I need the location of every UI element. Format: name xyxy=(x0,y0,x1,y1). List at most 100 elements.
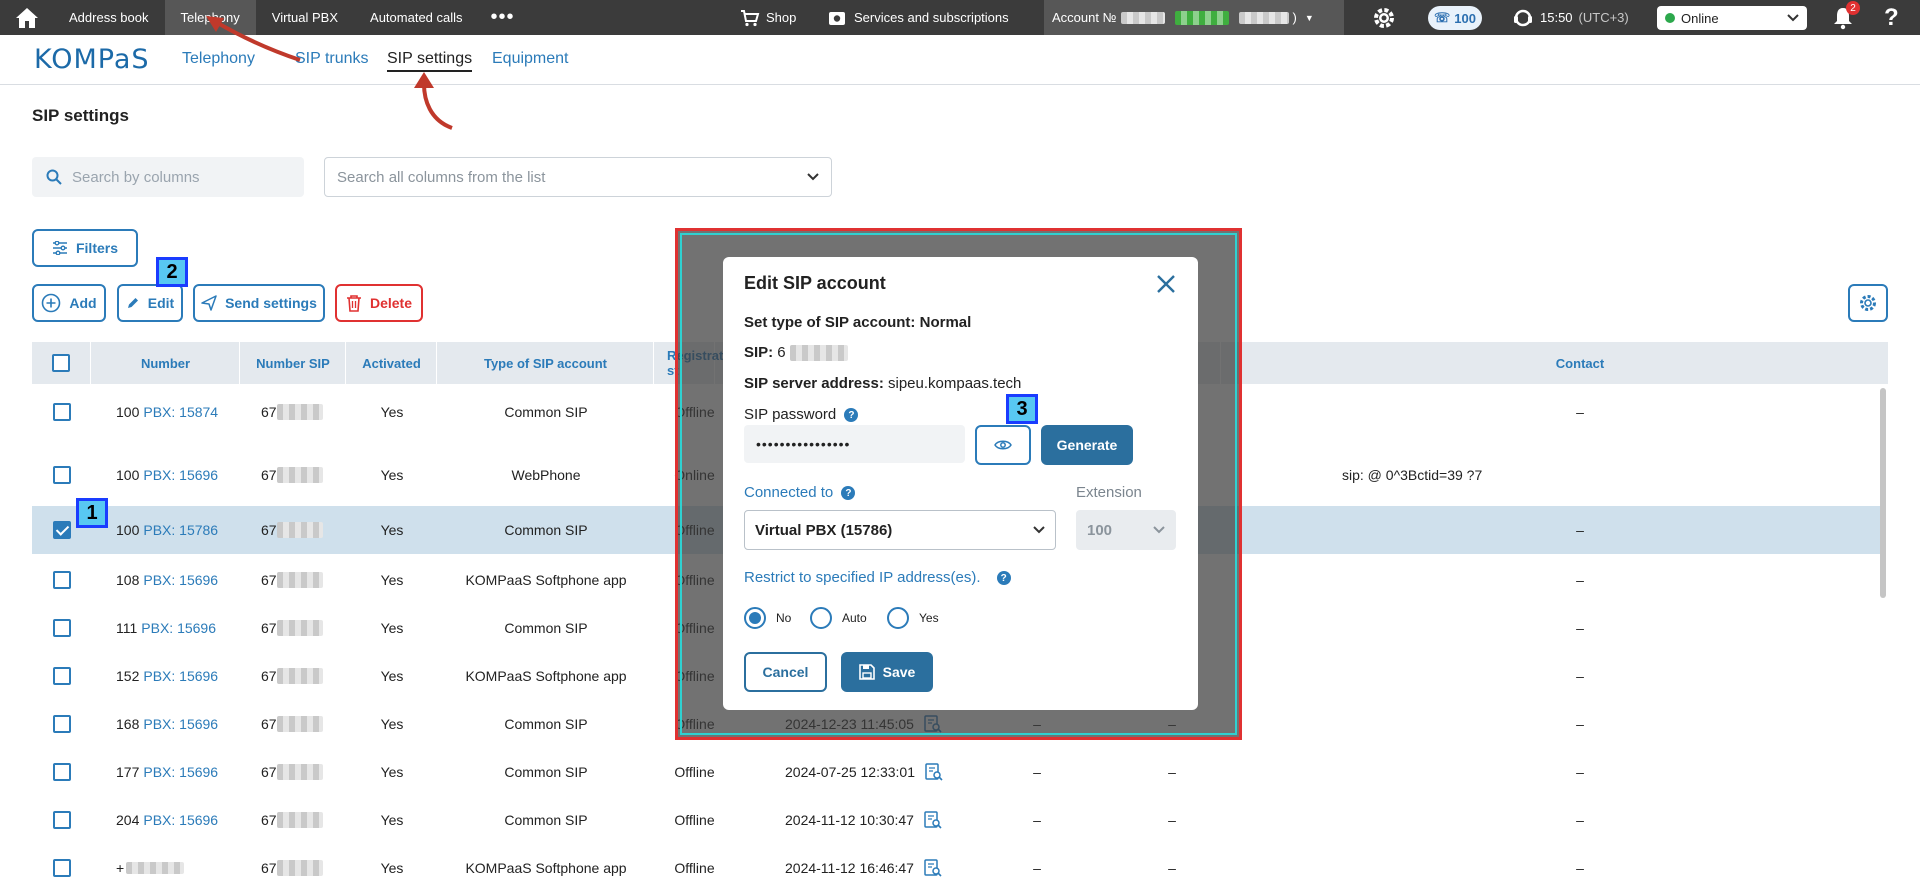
send-settings-button[interactable]: Send settings xyxy=(193,284,325,322)
delete-button[interactable]: Delete xyxy=(335,284,423,322)
nav-telephony[interactable]: Telephony xyxy=(182,50,255,68)
registration-cell: Offline xyxy=(674,764,715,780)
date-value: 2024-07-25 12:33:01 xyxy=(785,764,915,780)
sip-value: 67 xyxy=(261,620,277,636)
connected-to-select[interactable]: Virtual PBX (15786) xyxy=(744,510,1056,550)
sip-redacted xyxy=(276,668,323,684)
col-type[interactable]: Type of SIP account xyxy=(438,342,654,384)
close-icon[interactable] xyxy=(1155,273,1177,295)
type-cell: KOMPaaS Softphone app xyxy=(465,572,627,588)
nav-sip-trunks[interactable]: SIP trunks xyxy=(295,50,369,68)
pbx-link[interactable]: PBX: 15696 xyxy=(143,467,218,483)
pbx-link[interactable]: PBX: 15696 xyxy=(143,812,218,828)
contact-cell: – xyxy=(1576,404,1584,420)
radio-no[interactable]: No xyxy=(744,607,791,629)
bell-icon[interactable]: 2 xyxy=(1832,1,1860,33)
row-checkbox[interactable] xyxy=(52,571,71,589)
show-password-button[interactable] xyxy=(975,425,1031,465)
phone-count: 100 xyxy=(1454,10,1476,26)
account-number-redacted xyxy=(1120,11,1165,24)
send-icon xyxy=(201,295,217,311)
nav-equipment[interactable]: Equipment xyxy=(492,50,569,68)
radio-auto[interactable]: Auto xyxy=(810,607,867,629)
pbx-link[interactable]: PBX: 15786 xyxy=(143,522,218,538)
shop-link[interactable]: Shop xyxy=(740,0,796,35)
sip-type-label: Set type of SIP account: xyxy=(744,314,916,331)
col-number[interactable]: Number xyxy=(92,342,240,384)
pbx-link[interactable]: PBX: 15696 xyxy=(141,620,216,636)
sip-value: 67 xyxy=(261,404,277,420)
menu-automated-calls[interactable]: Automated calls xyxy=(354,0,479,35)
col-number-sip[interactable]: Number SIP xyxy=(241,342,346,384)
pencil-icon xyxy=(127,298,138,308)
table-row[interactable]: 177 PBX: 15696 67 Yes Common SIP Offline 2024-… xyxy=(32,748,1880,796)
sip-redacted xyxy=(276,404,323,420)
more-menu-icon[interactable]: ••• xyxy=(479,0,527,35)
account-selector[interactable]: Account № ) ▼ xyxy=(1044,0,1344,35)
help-icon[interactable]: ? xyxy=(996,571,1011,586)
logo[interactable]: KOMPaS xyxy=(34,44,150,75)
log-search-icon[interactable] xyxy=(924,811,942,829)
help-icon[interactable]: ? xyxy=(844,408,859,423)
select-all-checkbox[interactable] xyxy=(52,354,70,372)
row-checkbox[interactable] xyxy=(52,521,71,539)
extra-cell-2: – xyxy=(1168,860,1176,876)
search-input[interactable]: Search by columns xyxy=(32,157,304,197)
sip-redacted xyxy=(276,572,323,588)
table-row[interactable]: 204 PBX: 15696 67 Yes Common SIP Offline 2024-… xyxy=(32,796,1880,844)
page-title: SIP settings xyxy=(32,106,129,125)
password-field[interactable]: •••••••••••••••• xyxy=(744,425,965,463)
pbx-link[interactable]: PBX: 15696 xyxy=(143,716,218,732)
radio-auto-circle[interactable] xyxy=(810,607,832,629)
nav-sip-settings[interactable]: SIP settings xyxy=(387,50,473,72)
cancel-button[interactable]: Cancel xyxy=(744,652,827,692)
menu-virtual-pbx[interactable]: Virtual PBX xyxy=(256,0,354,35)
row-checkbox-cell xyxy=(32,700,91,748)
account-suffix: ) xyxy=(1292,10,1297,25)
status-select[interactable]: Online xyxy=(1657,6,1807,30)
home-icon[interactable] xyxy=(0,0,53,35)
edit-button[interactable]: Edit xyxy=(117,284,183,322)
save-button[interactable]: Save xyxy=(841,652,933,692)
row-checkbox[interactable] xyxy=(52,715,71,733)
menu-address-book[interactable]: Address book xyxy=(53,0,165,35)
contact-cell: – xyxy=(1576,668,1584,684)
sip-cell: 67 xyxy=(261,388,323,436)
filters-button[interactable]: Filters xyxy=(32,229,138,267)
table-settings-button[interactable] xyxy=(1848,284,1888,322)
date-cell: 2024-11-12 10:30:47 xyxy=(785,796,942,844)
gear-icon[interactable] xyxy=(1372,6,1396,33)
save-label: Save xyxy=(882,664,916,680)
restrict-ip-label: Restrict to specified IP address(es). xyxy=(744,569,981,586)
log-search-icon[interactable] xyxy=(925,763,943,781)
pbx-link[interactable]: PBX: 15874 xyxy=(143,404,218,420)
radio-yes-circle[interactable] xyxy=(887,607,909,629)
radio-no-circle[interactable] xyxy=(744,607,766,629)
row-checkbox[interactable] xyxy=(52,763,71,781)
type-cell: Common SIP xyxy=(504,764,588,780)
row-checkbox[interactable] xyxy=(52,466,71,484)
row-checkbox[interactable] xyxy=(52,667,71,685)
table-scrollbar[interactable] xyxy=(1880,388,1886,598)
menu-telephony[interactable]: Telephony xyxy=(164,0,256,35)
pbx-link[interactable]: PBX: 15696 xyxy=(143,668,218,684)
col-activated[interactable]: Activated xyxy=(347,342,437,384)
generate-button[interactable]: Generate xyxy=(1041,425,1133,465)
help-icon[interactable]: ? xyxy=(841,486,856,501)
row-checkbox[interactable] xyxy=(52,619,71,637)
col-contact[interactable]: Contact xyxy=(1220,342,1920,384)
phone-counter[interactable]: ☏ 100 xyxy=(1428,6,1482,30)
table-row[interactable]: +67 Yes KOMPaaS Softphone app Offline 2024-1… xyxy=(32,844,1880,886)
row-checkbox[interactable] xyxy=(52,859,71,877)
help-icon[interactable]: ? xyxy=(1884,4,1899,32)
sip-type-line: Set type of SIP account: Normal xyxy=(744,314,971,331)
row-checkbox[interactable] xyxy=(52,403,71,421)
add-button[interactable]: Add xyxy=(32,284,106,322)
columns-select[interactable]: Search all columns from the list xyxy=(324,157,832,197)
radio-yes[interactable]: Yes xyxy=(887,607,939,629)
pbx-link[interactable]: PBX: 15696 xyxy=(143,764,218,780)
log-search-icon[interactable] xyxy=(924,859,942,877)
pbx-link[interactable]: PBX: 15696 xyxy=(143,572,218,588)
row-checkbox[interactable] xyxy=(52,811,71,829)
services-link[interactable]: Services and subscriptions xyxy=(828,0,1009,35)
